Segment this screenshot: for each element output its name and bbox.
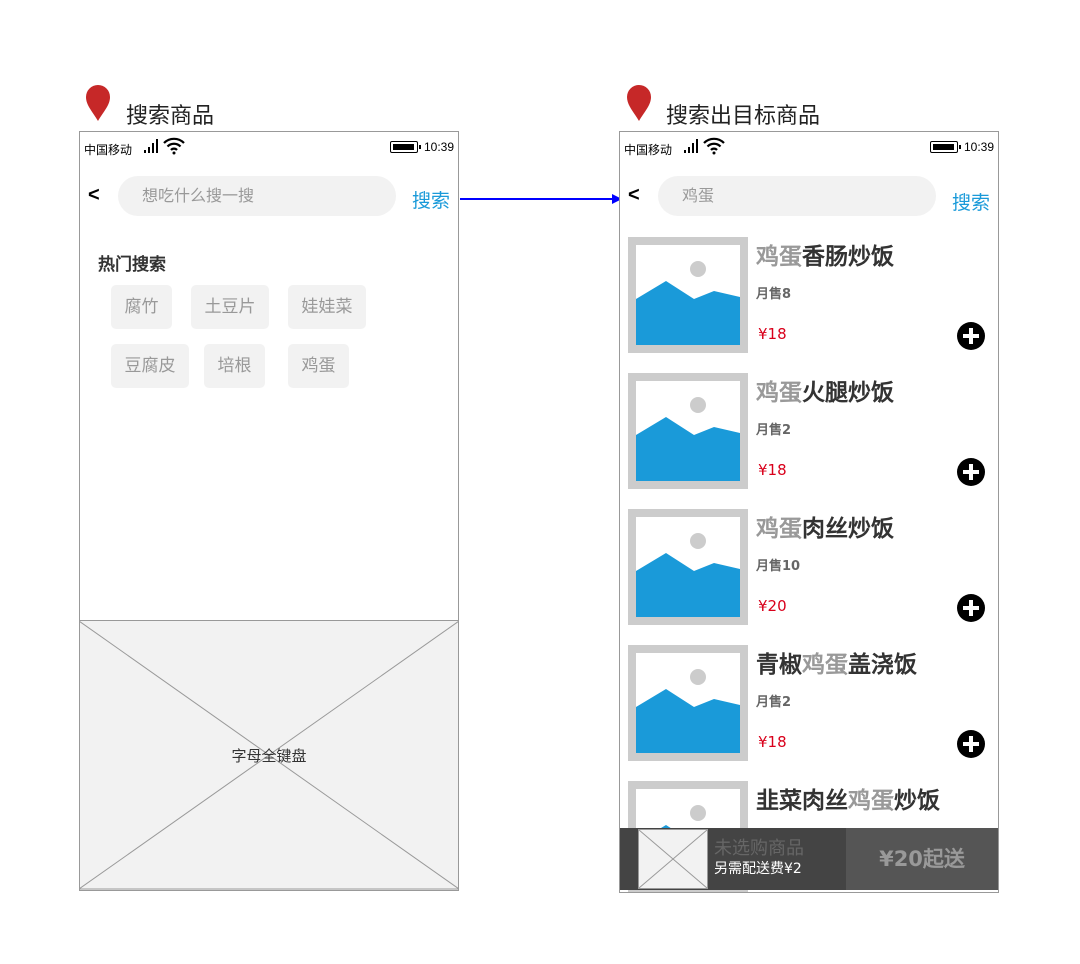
hot-tag[interactable]: 土豆片	[191, 285, 269, 329]
image-placeholder-icon	[636, 397, 740, 481]
min-order-button[interactable]: ¥20起送	[846, 828, 998, 890]
product-card[interactable]: 青椒鸡蛋盖浇饭 月售2 ¥18	[628, 645, 988, 761]
product-image	[628, 373, 748, 489]
phone-results-screen: 中国移动 10:39 < 鸡蛋 搜索 鸡蛋香肠炒饭 月售8 ¥18 鸡蛋火腿炒饭…	[619, 131, 999, 893]
image-placeholder-icon	[636, 261, 740, 345]
back-button[interactable]: <	[88, 184, 100, 207]
battery-icon	[930, 141, 961, 153]
status-time: 10:39	[423, 140, 454, 154]
carrier-label: 中国移动	[624, 143, 673, 157]
status-bar: 中国移动 10:39	[620, 132, 998, 162]
product-card[interactable]: 鸡蛋肉丝炒饭 月售10 ¥20	[628, 509, 988, 625]
plus-circle-icon[interactable]	[956, 729, 986, 759]
search-button[interactable]: 搜索	[412, 186, 450, 213]
product-name: 鸡蛋香肠炒饭	[756, 244, 894, 270]
map-pin-icon	[627, 85, 651, 121]
product-card[interactable]: 鸡蛋香肠炒饭 月售8 ¥18	[628, 237, 988, 353]
plus-circle-icon[interactable]	[956, 457, 986, 487]
product-name: 鸡蛋火腿炒饭	[756, 380, 894, 406]
product-name: 鸡蛋肉丝炒饭	[756, 516, 894, 542]
screen-title-search: 搜索商品	[126, 104, 215, 129]
hot-tag[interactable]: 娃娃菜	[288, 285, 366, 329]
plus-circle-icon[interactable]	[956, 321, 986, 351]
cart-empty-text: 未选购商品	[714, 838, 804, 859]
product-price: ¥18	[758, 461, 787, 479]
keyboard-placeholder[interactable]: 字母全键盘	[80, 620, 458, 890]
image-placeholder-icon	[638, 829, 708, 889]
status-bar: 中国移动 10:39	[80, 132, 458, 162]
product-image	[628, 237, 748, 353]
product-price: ¥18	[758, 733, 787, 751]
search-input[interactable]: 想吃什么搜一搜	[118, 176, 396, 216]
image-placeholder-icon	[636, 533, 740, 617]
product-image	[628, 645, 748, 761]
product-sales: 月售10	[756, 559, 801, 574]
product-price: ¥18	[758, 325, 787, 343]
signal-icon	[684, 137, 725, 155]
product-name: 青椒鸡蛋盖浇饭	[756, 652, 917, 678]
product-sales: 月售8	[756, 287, 792, 302]
hot-tag[interactable]: 鸡蛋	[288, 344, 349, 388]
product-sales: 月售2	[756, 695, 792, 710]
hot-tag[interactable]: 豆腐皮	[111, 344, 189, 388]
hot-tag[interactable]: 腐竹	[111, 285, 172, 329]
plus-circle-icon[interactable]	[956, 593, 986, 623]
delivery-fee-text: 另需配送费¥2	[714, 861, 802, 877]
signal-icon	[144, 137, 185, 155]
product-sales: 月售2	[756, 423, 792, 438]
screen-title-results: 搜索出目标商品	[666, 104, 821, 129]
product-name: 韭菜肉丝鸡蛋炒饭	[756, 788, 940, 814]
search-button[interactable]: 搜索	[952, 188, 990, 215]
cart-image-placeholder	[638, 829, 708, 889]
product-image	[628, 509, 748, 625]
image-placeholder-icon	[636, 669, 740, 753]
status-time: 10:39	[963, 140, 994, 154]
hot-tag[interactable]: 培根	[204, 344, 265, 388]
back-button[interactable]: <	[628, 184, 640, 207]
battery-icon	[390, 141, 421, 153]
carrier-label: 中国移动	[84, 143, 133, 157]
product-price: ¥20	[758, 597, 787, 615]
flow-arrow	[460, 194, 622, 204]
product-card[interactable]: 鸡蛋火腿炒饭 月售2 ¥18	[628, 373, 988, 489]
search-input[interactable]: 鸡蛋	[658, 176, 936, 216]
map-pin-icon	[86, 85, 110, 121]
cart-bar[interactable]: 未选购商品 另需配送费¥2 ¥20起送	[620, 828, 998, 890]
hot-search-title: 热门搜索	[98, 255, 166, 275]
keyboard-label: 字母全键盘	[231, 747, 307, 765]
phone-search-screen: 中国移动 10:39 < 想吃什么搜一搜 搜索 热门搜索 腐竹 土豆片 娃娃菜 …	[79, 131, 459, 891]
